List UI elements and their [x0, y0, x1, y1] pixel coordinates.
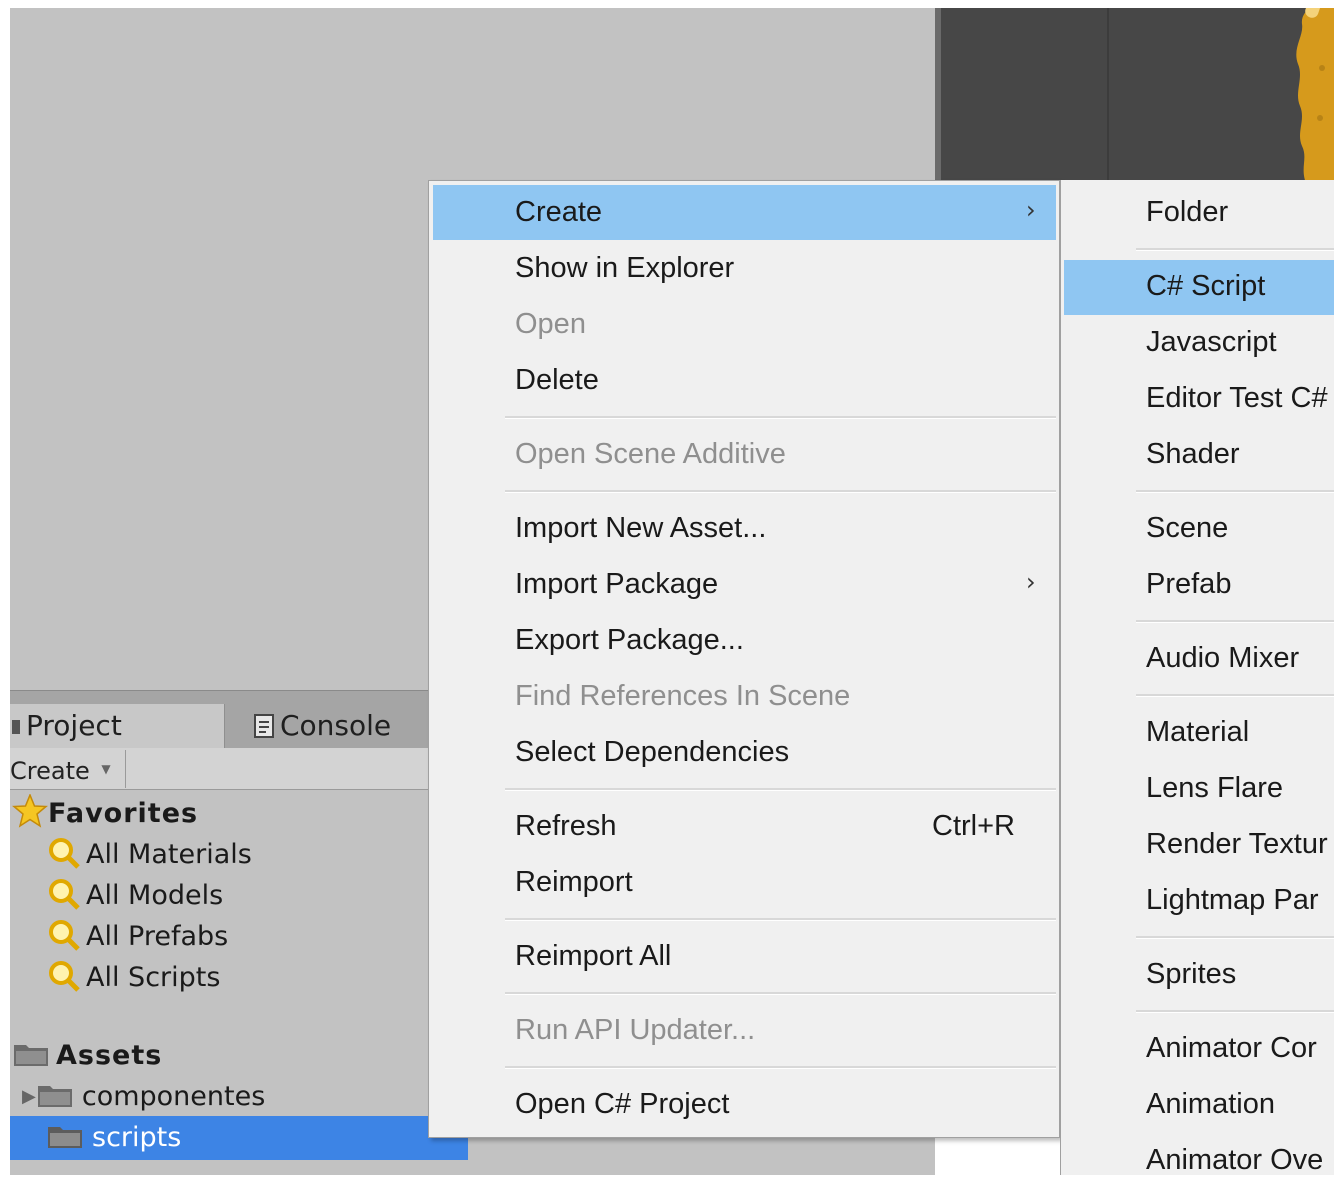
- search-icon: [49, 920, 80, 951]
- menu-item-export-package[interactable]: Export Package...: [515, 620, 744, 660]
- tab-console[interactable]: Console: [254, 704, 434, 748]
- create-dropdown-label: Create: [10, 757, 90, 785]
- tree-item-label: componentes: [81, 1081, 266, 1112]
- menu-separator: [1136, 620, 1334, 623]
- scene-sprite-object: [1296, 8, 1334, 183]
- submenu-item-shader[interactable]: Shader: [1146, 434, 1240, 474]
- tree-assets-label: Assets: [56, 1040, 163, 1071]
- tree-item-label: All Materials: [86, 839, 252, 870]
- menu-separator: [505, 788, 1056, 791]
- submenu-item-audio-mixer[interactable]: Audio Mixer: [1146, 638, 1299, 678]
- submenu-item-animator-override[interactable]: Animator Ove: [1146, 1140, 1323, 1180]
- search-icon: [49, 879, 80, 910]
- scene-grid-line: [1107, 8, 1109, 183]
- tree-item-label: All Scripts: [86, 962, 221, 993]
- panel-icon: [12, 720, 20, 734]
- chevron-right-icon: ›: [1026, 196, 1036, 224]
- search-icon: [49, 838, 80, 869]
- submenu-item-animator-controller[interactable]: Animator Cor: [1146, 1028, 1317, 1068]
- submenu-item-javascript[interactable]: Javascript: [1146, 322, 1277, 362]
- folder-icon: [48, 1127, 82, 1148]
- submenu-item-scene[interactable]: Scene: [1146, 508, 1228, 548]
- submenu-item-prefab[interactable]: Prefab: [1146, 564, 1231, 604]
- menu-item-import-new-asset[interactable]: Import New Asset...: [515, 508, 766, 548]
- tree-item-label: All Models: [86, 880, 224, 911]
- menu-item-find-references-in-scene: Find References In Scene: [515, 680, 851, 712]
- tab-console-label: Console: [280, 709, 392, 742]
- folder-icon: [14, 1045, 48, 1066]
- tree-item-all-materials[interactable]: All Materials: [46, 835, 252, 875]
- menu-separator: [1136, 490, 1334, 493]
- folder-icon: [37, 1086, 72, 1107]
- tree-favorites[interactable]: Favorites: [12, 793, 199, 834]
- menu-separator: [505, 918, 1056, 921]
- submenu-item-material[interactable]: Material: [1146, 712, 1249, 752]
- submenu-item-folder[interactable]: Folder: [1146, 192, 1228, 232]
- submenu-item-sprites[interactable]: Sprites: [1146, 954, 1236, 994]
- menu-separator: [505, 992, 1056, 995]
- menu-item-open-csharp-project[interactable]: Open C# Project: [515, 1084, 729, 1124]
- tab-project[interactable]: Project: [10, 704, 225, 748]
- console-icon: [254, 714, 274, 738]
- scene-view[interactable]: [935, 8, 1334, 183]
- menu-item-reimport[interactable]: Reimport: [515, 862, 633, 902]
- menu-item-import-package[interactable]: Import Package: [515, 564, 718, 604]
- tree-item-scripts[interactable]: scripts: [46, 1118, 181, 1158]
- menu-separator: [505, 490, 1056, 493]
- menu-separator: [505, 1066, 1056, 1069]
- search-icon: [49, 961, 80, 992]
- menu-item-show-in-explorer[interactable]: Show in Explorer: [515, 248, 734, 288]
- tree-item-all-models[interactable]: All Models: [46, 876, 223, 916]
- tree-item-label: All Prefabs: [86, 921, 229, 952]
- tree-favorites-label: Favorites: [48, 798, 199, 829]
- menu-separator: [1136, 248, 1334, 251]
- submenu-item-csharp-script[interactable]: C# Script: [1146, 266, 1265, 306]
- menu-separator: [1136, 936, 1334, 939]
- tree-item-all-prefabs[interactable]: All Prefabs: [46, 917, 228, 957]
- menu-separator: [1136, 694, 1334, 697]
- tree-assets[interactable]: Assets: [12, 1036, 162, 1076]
- submenu-item-lightmap-parameters[interactable]: Lightmap Par: [1146, 880, 1319, 920]
- submenu-item-lens-flare[interactable]: Lens Flare: [1146, 768, 1283, 808]
- tab-project-label: Project: [26, 709, 122, 742]
- submenu-item-animation[interactable]: Animation: [1146, 1084, 1275, 1124]
- chevron-right-icon: ›: [1026, 568, 1036, 596]
- menu-item-reimport-all[interactable]: Reimport All: [515, 936, 671, 976]
- menu-item-refresh[interactable]: Refresh: [515, 806, 617, 846]
- tree-item-label: scripts: [92, 1122, 182, 1153]
- menu-separator: [505, 416, 1056, 419]
- menu-item-open-scene-additive: Open Scene Additive: [515, 438, 786, 470]
- star-icon: [12, 793, 48, 828]
- tree-item-componentes[interactable]: ▶ componentes: [22, 1077, 265, 1117]
- menu-item-run-api-updater: Run API Updater...: [515, 1014, 756, 1046]
- submenu-item-render-texture[interactable]: Render Textur: [1146, 824, 1328, 864]
- menu-separator: [1136, 1010, 1334, 1013]
- create-dropdown[interactable]: Create ▼: [10, 750, 126, 788]
- menu-item-create[interactable]: Create: [515, 192, 602, 232]
- menu-item-open: Open: [515, 308, 586, 340]
- expand-arrow-icon[interactable]: ▶: [22, 1086, 36, 1107]
- triangle-down-icon: ▼: [101, 762, 111, 776]
- tree-item-all-scripts[interactable]: All Scripts: [46, 958, 220, 998]
- shortcut-label: Ctrl+R: [932, 810, 1015, 842]
- menu-item-delete[interactable]: Delete: [515, 360, 599, 400]
- menu-item-select-dependencies[interactable]: Select Dependencies: [515, 732, 789, 772]
- submenu-item-editor-test[interactable]: Editor Test C#: [1146, 378, 1328, 418]
